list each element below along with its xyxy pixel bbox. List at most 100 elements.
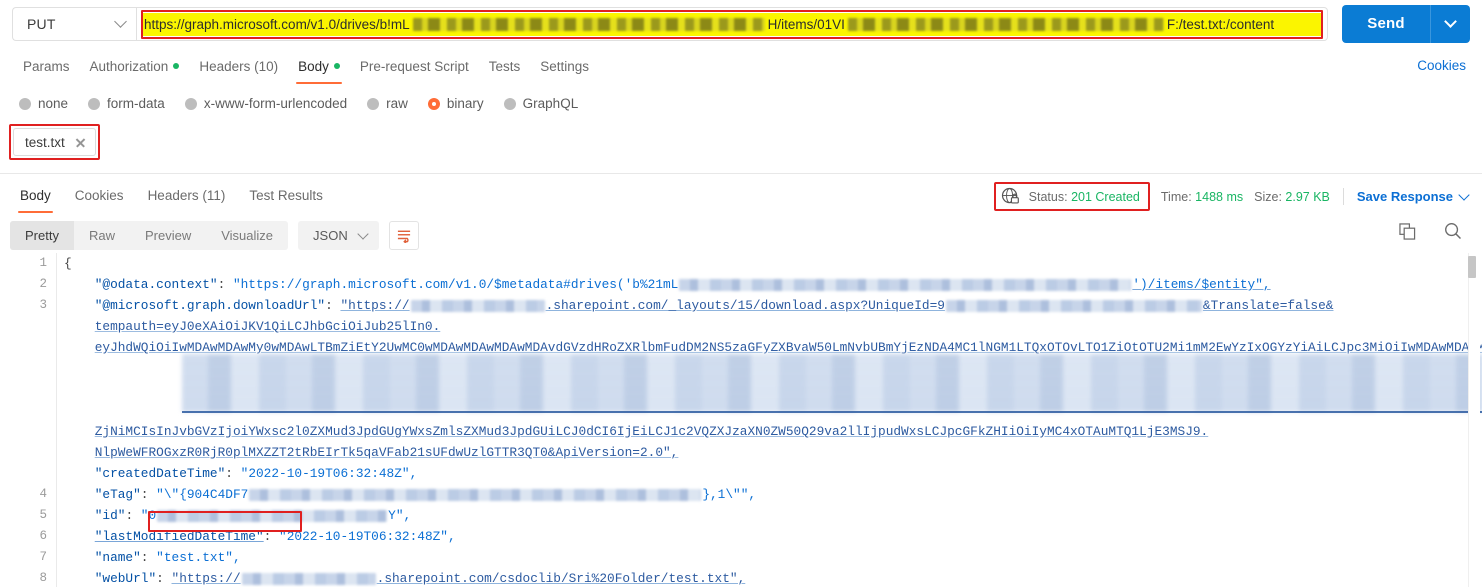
response-tab-cookies[interactable]: Cookies xyxy=(63,180,136,214)
weburl-key: "webUrl" xyxy=(94,571,157,586)
line-number: 4 xyxy=(39,487,47,501)
response-tabs: Body Cookies Headers (11) Test Results xyxy=(8,180,335,214)
tab-pre-request-script[interactable]: Pre-request Script xyxy=(350,49,479,86)
code-line-3-wrap-1: tempauth=eyJ0eXAiOiJKV1QiLCJhbGciOiJub25… xyxy=(64,316,1456,337)
time-meta: Time: 1488 ms xyxy=(1150,190,1254,204)
response-tab-headers[interactable]: Headers (11) xyxy=(136,180,238,214)
tab-headers[interactable]: Headers (10) xyxy=(189,49,288,86)
view-raw[interactable]: Raw xyxy=(74,221,130,250)
line-number: 5 xyxy=(39,508,47,522)
time-label: Time: xyxy=(1160,189,1192,204)
response-lock-icon xyxy=(1001,187,1019,204)
response-tab-test-results-label: Test Results xyxy=(249,188,323,203)
body-type-form-data-label: form-data xyxy=(107,96,165,111)
tab-params-label: Params xyxy=(23,58,70,74)
body-type-urlencoded-label: x-www-form-urlencoded xyxy=(203,96,348,111)
tab-tests[interactable]: Tests xyxy=(479,49,531,86)
url-input[interactable]: https://graph.microsoft.com/v1.0/drives/… xyxy=(136,6,1328,41)
etag-value-end: },1\"", xyxy=(702,487,757,502)
response-tab-test-results[interactable]: Test Results xyxy=(237,180,335,214)
open-brace: { xyxy=(64,256,72,271)
view-pretty[interactable]: Pretty xyxy=(10,221,74,250)
radio-icon xyxy=(184,97,197,110)
search-icon[interactable] xyxy=(1444,222,1462,240)
gutter-divider xyxy=(56,253,57,587)
chevron-down-icon xyxy=(114,15,127,28)
code-line-1: { xyxy=(64,253,1456,274)
cookies-link[interactable]: Cookies xyxy=(1417,58,1466,73)
code-line-2: "@odata.context": "https://graph.microso… xyxy=(94,277,1271,292)
request-response-divider xyxy=(0,173,1482,174)
view-visualize[interactable]: Visualize xyxy=(206,221,288,250)
send-button[interactable]: Send xyxy=(1342,4,1430,43)
tab-settings[interactable]: Settings xyxy=(530,49,599,86)
json-code-text[interactable]: { "@odata.context": "https://graph.micro… xyxy=(64,253,1482,587)
id-value-end: Y", xyxy=(388,508,412,523)
etag-key: "eTag" xyxy=(94,487,141,502)
radio-icon xyxy=(503,97,516,110)
http-method-select[interactable]: PUT xyxy=(12,6,136,41)
modified-dot-icon xyxy=(173,63,180,69)
line-number: 8 xyxy=(39,571,47,585)
body-type-graphql[interactable]: GraphQL xyxy=(498,92,589,115)
selected-file-area: test.txt xyxy=(9,124,100,160)
lastmodifieddatetime-value: "2022-10-19T06:32:48Z", xyxy=(279,529,456,544)
tab-authorization[interactable]: Authorization xyxy=(80,49,190,86)
id-value-start: "0 xyxy=(140,508,157,523)
url-redaction-2 xyxy=(847,17,1164,31)
response-language-label: JSON xyxy=(313,228,348,243)
line-number: 6 xyxy=(39,529,47,543)
downloadurl-value-end: &Translate=false& xyxy=(1202,298,1334,313)
weburl-value-start: "https:// xyxy=(171,571,241,586)
code-line-7: "lastModifiedDateTime": "2022-10-19T06:3… xyxy=(94,529,456,544)
body-type-form-data[interactable]: form-data xyxy=(82,92,175,115)
tempauth-payload-segment-1: eyJhdWQiOiIwMDAwMDAwMy0wMDAwLTBmZiEtY2Uw… xyxy=(94,340,1482,355)
response-format-toolbar: Pretty Raw Preview Visualize JSON xyxy=(10,221,419,250)
response-tab-body[interactable]: Body xyxy=(8,180,63,214)
body-type-binary[interactable]: binary xyxy=(422,92,494,115)
tab-settings-label: Settings xyxy=(540,58,589,74)
body-type-radio-group: none form-data x-www-form-urlencoded raw… xyxy=(13,92,588,115)
url-mid: H/items/01VI xyxy=(767,16,845,32)
save-response-label: Save Response xyxy=(1356,189,1453,204)
downloadurl-value-mid: .sharepoint.com/_layouts/15/download.asp… xyxy=(545,298,945,313)
response-language-select[interactable]: JSON xyxy=(298,221,379,250)
send-button-group: Send xyxy=(1342,4,1470,43)
request-tabs: Params Authorization Headers (10) Body P… xyxy=(0,47,1482,87)
line-number: 2 xyxy=(39,277,47,291)
body-type-x-www-form-urlencoded[interactable]: x-www-form-urlencoded xyxy=(179,92,357,115)
close-icon[interactable] xyxy=(75,137,86,148)
chevron-down-icon xyxy=(1458,188,1470,201)
response-body-viewer[interactable]: 1 2 3 4 5 6 7 8 9 10 11 { "@odata.contex… xyxy=(0,253,1482,587)
url-suffix: F:/test.txt:/content xyxy=(1166,16,1275,32)
url-redaction-1 xyxy=(412,17,765,31)
wrap-lines-button[interactable] xyxy=(388,221,419,250)
status-annotation-box: Status: 201 Created xyxy=(993,182,1150,211)
response-scrollbar-thumb[interactable] xyxy=(1468,256,1476,278)
code-line-3-wrap-4: NlpWeWFROGxzR0RjR0plMXZZT2tRbEIrTk5qaVFa… xyxy=(64,442,1456,463)
view-preview[interactable]: Preview xyxy=(130,221,206,250)
size-label: Size: xyxy=(1254,189,1282,204)
send-options-button[interactable] xyxy=(1430,4,1470,43)
line-number: 1 xyxy=(39,256,47,270)
tempauth-payload-segment-2: ZjNiMCIsInJvbGVzIjoiYWxsc2l0ZXMud3JpdGUg… xyxy=(94,424,1209,439)
save-response-button[interactable]: Save Response xyxy=(1356,188,1470,204)
tab-params[interactable]: Params xyxy=(13,49,80,86)
odata-context-key: "@odata.context" xyxy=(94,277,218,292)
redaction-weburl-tenant xyxy=(241,572,376,585)
response-tab-body-label: Body xyxy=(20,188,51,203)
tab-pre-request-script-label: Pre-request Script xyxy=(359,58,469,74)
size-meta: Size: 2.97 KB xyxy=(1254,190,1330,204)
response-tab-cookies-label: Cookies xyxy=(74,188,124,203)
request-url-bar: PUT https://graph.microsoft.com/v1.0/dri… xyxy=(0,0,1482,47)
body-type-none[interactable]: none xyxy=(13,92,78,115)
status-label-and-value: Status: 201 Created xyxy=(1029,190,1140,204)
response-scrollbar-track[interactable] xyxy=(1468,253,1480,587)
modified-dot-icon xyxy=(333,63,340,69)
selected-file-chip[interactable]: test.txt xyxy=(13,128,96,156)
tab-body[interactable]: Body xyxy=(288,49,350,86)
radio-icon xyxy=(19,97,31,110)
copy-icon[interactable] xyxy=(1399,222,1416,240)
tab-body-label: Body xyxy=(298,58,329,74)
body-type-raw[interactable]: raw xyxy=(361,92,418,115)
